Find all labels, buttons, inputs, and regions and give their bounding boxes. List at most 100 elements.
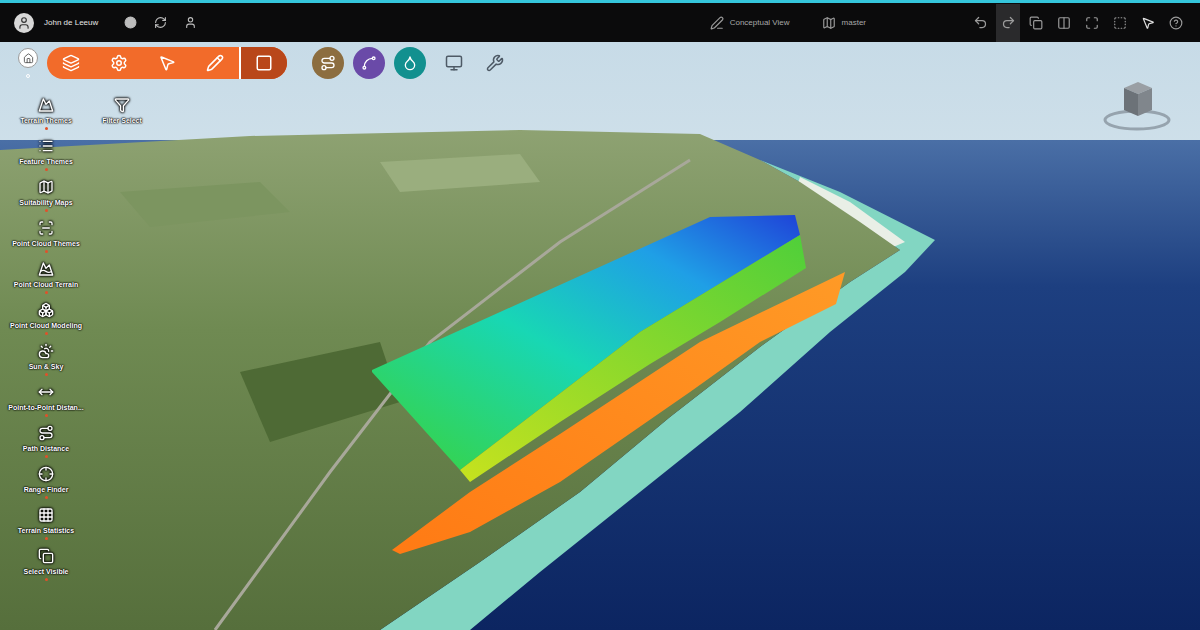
redo-button[interactable] xyxy=(996,4,1020,42)
tool-icon-box xyxy=(37,96,55,114)
sun-sky-icon xyxy=(38,343,54,359)
undo-icon xyxy=(973,15,988,30)
point-cloud-themes-icon xyxy=(38,220,54,236)
tool-icon-box xyxy=(37,137,55,155)
manage-button[interactable] xyxy=(95,47,143,79)
tool-item[interactable]: Feature Themes xyxy=(2,137,90,172)
tool-label: Point Cloud Modeling xyxy=(10,321,82,330)
tool-item[interactable]: Terrain Statistics xyxy=(2,506,90,541)
undo-button[interactable] xyxy=(968,4,992,42)
panel-icon xyxy=(1057,16,1071,30)
tool-item[interactable]: Range Finder xyxy=(2,465,90,500)
tool-item[interactable]: Point Cloud Themes xyxy=(2,219,90,254)
tool-dot xyxy=(45,373,48,376)
tool-item[interactable]: Point Cloud Terrain xyxy=(2,260,90,295)
tool-column: Terrain Themes Feature Themes Suitability … xyxy=(2,96,90,582)
tool-dot xyxy=(45,455,48,458)
tool-item[interactable]: Path Distance xyxy=(2,424,90,459)
select-visible-icon xyxy=(38,548,54,564)
path-distance-icon xyxy=(38,425,54,441)
branch[interactable]: master xyxy=(822,16,866,30)
tool-label: Point Cloud Terrain xyxy=(14,280,78,289)
avatar[interactable] xyxy=(14,13,34,33)
point-distance-icon xyxy=(38,384,54,400)
tool-label: Feature Themes xyxy=(19,157,73,166)
account-button[interactable] xyxy=(180,13,200,33)
tool-item[interactable]: Suitability Maps xyxy=(2,178,90,213)
bridges-button[interactable] xyxy=(353,47,385,79)
terrain-themes-icon xyxy=(38,97,54,113)
tool-dot xyxy=(45,537,48,540)
tool-dot xyxy=(45,578,48,581)
tool-icon-box xyxy=(37,219,55,237)
tool-dot xyxy=(45,168,48,171)
tool-item[interactable]: Point-to-Point Distan... xyxy=(2,383,90,418)
duplicate-icon xyxy=(1029,16,1043,30)
tool-icon-box xyxy=(37,506,55,524)
drainage-button[interactable] xyxy=(394,47,426,79)
tool-dot xyxy=(45,291,48,294)
tool-label: Filter Select xyxy=(102,116,142,125)
viewport[interactable]: Terrain Themes Feature Themes Suitability … xyxy=(0,42,1200,630)
frame-icon xyxy=(1113,16,1127,30)
tool-item[interactable]: Terrain Themes xyxy=(2,96,90,131)
wrench-icon xyxy=(486,54,504,72)
build-button[interactable] xyxy=(47,47,95,79)
home-indicator xyxy=(26,74,30,78)
tool-item[interactable]: Sun & Sky xyxy=(2,342,90,377)
fit-icon xyxy=(1085,16,1099,30)
filter-icon xyxy=(114,97,130,113)
tool-item[interactable]: Point Cloud Modeling xyxy=(2,301,90,336)
tool-label: Sun & Sky xyxy=(29,362,64,371)
home-icon xyxy=(23,53,34,64)
tool-icon-box xyxy=(37,301,55,319)
tool-dot xyxy=(45,414,48,417)
build-icon xyxy=(62,54,80,72)
roads-button[interactable] xyxy=(312,47,344,79)
user-avatar-icon xyxy=(17,16,31,30)
filter-column: Filter Select xyxy=(90,96,154,131)
pen-icon xyxy=(710,16,724,30)
fit-button[interactable] xyxy=(1080,4,1104,42)
tool-icon-box xyxy=(37,178,55,196)
tool-label: Terrain Themes xyxy=(20,116,72,125)
sketch-button[interactable] xyxy=(191,47,239,79)
tool-dot xyxy=(45,209,48,212)
duplicate-button[interactable] xyxy=(1024,4,1048,42)
frame-button[interactable] xyxy=(1108,4,1132,42)
redo-icon xyxy=(1001,15,1016,30)
select-icon xyxy=(158,54,176,72)
help-icon xyxy=(1169,16,1183,30)
home-button[interactable] xyxy=(18,48,38,68)
manage-icon xyxy=(110,54,128,72)
point-cloud-terrain-icon xyxy=(38,261,54,277)
tool-icon-box xyxy=(37,383,55,401)
map-icon xyxy=(822,16,836,30)
filter-item[interactable]: Filter Select xyxy=(90,96,154,131)
account-icon xyxy=(184,16,197,29)
help-button[interactable] xyxy=(1164,4,1188,42)
feature-themes-icon xyxy=(38,138,54,154)
panel-button[interactable] xyxy=(1052,4,1076,42)
pointer-button[interactable] xyxy=(1136,4,1160,42)
home-group xyxy=(18,48,38,78)
view-cube-icon[interactable] xyxy=(1102,74,1172,134)
tool-label: Point Cloud Themes xyxy=(12,239,80,248)
copy-icon xyxy=(255,54,273,72)
monitor-icon xyxy=(445,54,463,72)
tool-label: Terrain Statistics xyxy=(18,526,74,535)
tool-icon-box xyxy=(37,342,55,360)
present-button[interactable] xyxy=(441,50,467,76)
terrain-scene[interactable] xyxy=(0,42,1200,630)
sync-button[interactable] xyxy=(150,13,170,33)
main-toolbar xyxy=(47,47,508,79)
copy-button[interactable] xyxy=(239,47,287,79)
app-window: John de Leeuw Conceptual View master Terrai… xyxy=(0,0,1200,630)
tool-item[interactable]: Select Visible xyxy=(2,547,90,582)
settings-button[interactable] xyxy=(482,50,508,76)
status-button[interactable] xyxy=(120,13,140,33)
view-style[interactable]: Conceptual View xyxy=(710,16,790,30)
sync-icon xyxy=(154,16,167,29)
user-name: John de Leeuw xyxy=(44,18,98,27)
select-button[interactable] xyxy=(143,47,191,79)
